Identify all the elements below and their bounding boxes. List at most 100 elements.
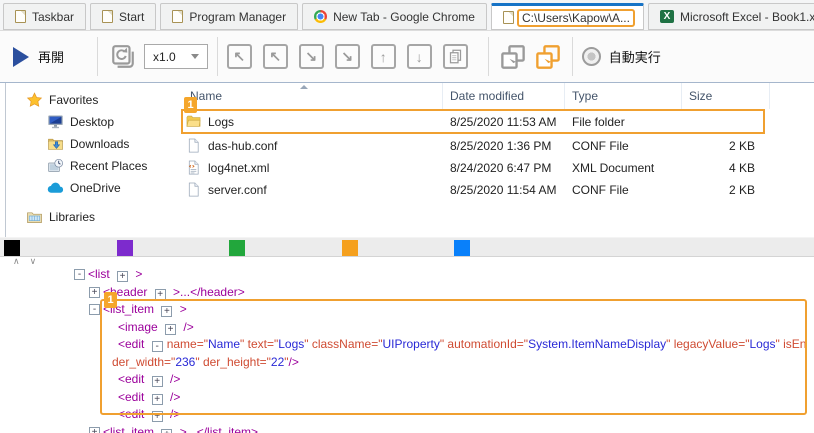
tree-token: />	[180, 320, 194, 334]
file-name: server.conf	[208, 183, 267, 197]
tree-node[interactable]: +<header + >...</header>	[0, 284, 814, 302]
column-header-date-modified[interactable]: Date modified	[443, 83, 565, 109]
attr-expander-icon[interactable]: +	[152, 376, 163, 387]
tree-token: />	[167, 372, 181, 386]
zoom-level-select[interactable]: x1.0	[144, 44, 208, 69]
file-row-server-conf[interactable]: server.conf8/25/2020 11:54 AMCONF File2 …	[183, 179, 763, 200]
file-name: Logs	[208, 115, 234, 129]
attr-expander-icon[interactable]: +	[161, 306, 172, 317]
tree-node[interactable]: -<list_item + >	[0, 301, 814, 319]
sidebar-item-label: Downloads	[70, 137, 129, 151]
tree-token: <edit	[118, 372, 148, 386]
tree-token: der_width="	[112, 355, 175, 369]
tree-node[interactable]: <edit + />	[0, 389, 814, 407]
tab-microsoft-excel-book1-xlsx[interactable]: Microsoft Excel - Book1.xlsx	[648, 3, 814, 30]
pages-button[interactable]	[443, 44, 468, 69]
sidebar-item-onedrive[interactable]: OneDrive	[6, 177, 183, 199]
attr-expander-icon[interactable]: -	[152, 341, 163, 352]
explorer-sidebar: Favorites Desktop Downloads Recent PlacesOn…	[6, 83, 183, 237]
tree-node[interactable]: <edit -name="Name" text="Logs" className…	[0, 336, 805, 354]
tab-label: Start	[119, 10, 144, 24]
file-name: log4net.xml	[208, 161, 269, 175]
tree-token: <edit	[118, 407, 148, 421]
file-type: CONF File	[565, 183, 682, 197]
tree-token: " text="	[240, 337, 278, 351]
tree-expander[interactable]: -	[74, 269, 85, 280]
reload-page-button[interactable]	[110, 44, 136, 70]
tree-token: UIProperty	[382, 337, 439, 351]
tab-bar: Taskbar Start Program Manager New Tab - Goo…	[0, 0, 814, 31]
sidebar-item-downloads[interactable]: Downloads	[6, 133, 183, 155]
file-type: XML Document	[565, 161, 682, 175]
tree-node[interactable]: <edit + />	[0, 406, 814, 424]
xml-tree-pane: ∧∨ 1 -<list + >+<header + >...</header>-…	[0, 257, 814, 433]
record-count-badge: 1	[104, 292, 117, 308]
tab-program-manager[interactable]: Program Manager	[160, 3, 298, 30]
tree-token: >	[176, 302, 186, 316]
tree-token: <image	[118, 320, 161, 334]
tab-label: Taskbar	[32, 10, 74, 24]
file-name-cell: Logs	[183, 114, 443, 129]
tree-token: Name	[208, 337, 240, 351]
document-icon	[15, 10, 26, 23]
tree-node[interactable]: <edit + />	[0, 371, 814, 389]
file-type: File folder	[565, 115, 682, 129]
tree-token: 22	[271, 355, 284, 369]
color-strip	[0, 237, 814, 257]
attr-expander-icon[interactable]: +	[152, 411, 163, 422]
tree-node[interactable]: der_width="236" der_height="22"/>	[0, 354, 814, 372]
tab-c-users-kapow-a[interactable]: C:\Users\Kapow\A...	[491, 3, 644, 30]
tab-start[interactable]: Start	[90, 3, 156, 30]
page-step-orange-button[interactable]	[535, 44, 561, 70]
arrow-down-button[interactable]: ↓	[407, 44, 432, 69]
arrow-down-right-bar-button[interactable]: ↘	[335, 44, 360, 69]
xmlfile-icon	[186, 160, 201, 175]
file-size: 2 KB	[682, 139, 763, 153]
column-header-type[interactable]: Type	[565, 83, 682, 109]
tree-token: <list	[88, 267, 113, 281]
arrow-up-left-corner-button[interactable]: ↖	[227, 44, 252, 69]
column-header-size[interactable]: Size	[682, 83, 770, 109]
sidebar-group-gap	[6, 199, 183, 206]
sidebar-item-desktop[interactable]: Desktop	[6, 111, 183, 133]
file-row-logs[interactable]: 1Logs8/25/2020 11:53 AMFile folder	[183, 111, 763, 132]
sidebar-item-favorites[interactable]: Favorites	[6, 89, 183, 111]
excel-icon	[660, 10, 674, 23]
sidebar-item-recent-places[interactable]: Recent Places	[6, 155, 183, 177]
tree-node[interactable]: +<list_item + > </list_item>	[0, 424, 814, 433]
file-row-das-hub-conf[interactable]: das-hub.conf8/25/2020 1:36 PMCONF File2 …	[183, 135, 763, 156]
tree-node[interactable]: -<list + >	[0, 266, 814, 284]
color-swatch-1	[4, 240, 20, 256]
resume-button[interactable]: 再開	[13, 47, 64, 67]
toolbar-separator	[488, 37, 489, 76]
autorun-toggle[interactable]: 自動実行	[582, 47, 661, 66]
tree-expander[interactable]: +	[89, 287, 100, 298]
tree-expander[interactable]: -	[89, 304, 100, 315]
tree-node[interactable]: <image + />	[0, 319, 814, 337]
tree-token: <edit	[118, 390, 148, 404]
attr-expander-icon[interactable]: +	[117, 271, 128, 282]
arrow-up-button[interactable]: ↑	[371, 44, 396, 69]
arrow-up-left-button[interactable]: ↖	[263, 44, 288, 69]
sidebar-item-label: Desktop	[70, 115, 114, 129]
downloads-icon	[47, 136, 64, 152]
tree-token: />	[167, 390, 181, 404]
sidebar-item-libraries[interactable]: Libraries	[6, 206, 183, 228]
file-size: 2 KB	[682, 183, 763, 197]
pages-icon	[448, 48, 463, 65]
tree-token: System.ItemNameDisplay	[528, 337, 666, 351]
attr-expander-icon[interactable]: +	[155, 289, 166, 300]
tab-taskbar[interactable]: Taskbar	[3, 3, 86, 30]
column-header-name[interactable]: Name	[183, 83, 443, 109]
tab-label: New Tab - Google Chrome	[333, 10, 475, 24]
attr-expander-icon[interactable]: +	[161, 429, 172, 433]
tab-new-tab-google-chrome[interactable]: New Tab - Google Chrome	[302, 3, 487, 30]
page-step-gray-button[interactable]	[500, 44, 526, 70]
file-row-log4net-xml[interactable]: log4net.xml8/24/2020 6:47 PMXML Document…	[183, 157, 763, 178]
document-icon	[102, 10, 113, 23]
arrow-down-right-button[interactable]: ↘	[299, 44, 324, 69]
file-rows: 1Logs8/25/2020 11:53 AMFile folder das-hu…	[183, 111, 814, 200]
attr-expander-icon[interactable]: +	[165, 324, 176, 335]
tree-expander[interactable]: +	[89, 427, 100, 433]
attr-expander-icon[interactable]: +	[152, 394, 163, 405]
